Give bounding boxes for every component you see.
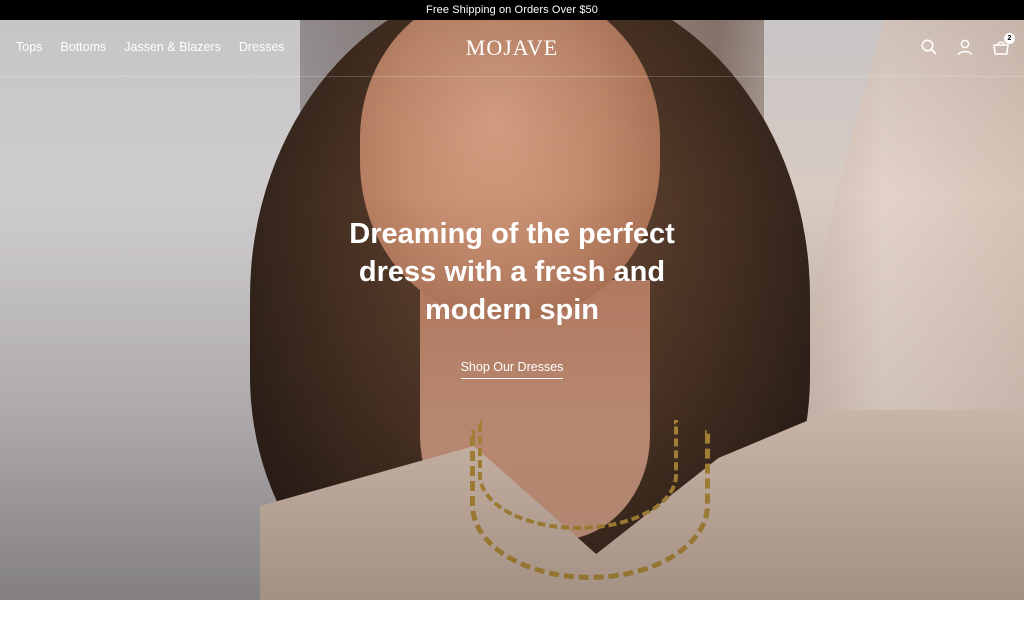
announcement-text: Free Shipping on Orders Over $50	[426, 4, 598, 16]
hero-headline-line: modern spin	[424, 294, 599, 326]
hero-headline-line: Dreaming of the perfect	[349, 218, 675, 250]
search-icon[interactable]	[920, 38, 938, 56]
hero-headline-line: dress with a fresh and	[358, 256, 666, 288]
header-icons: 2	[920, 33, 1015, 56]
hero-headline: Dreaming of the perfect dress with a fre…	[262, 215, 762, 329]
cart-count-badge: 2	[1004, 33, 1015, 44]
announcement-bar: Free Shipping on Orders Over $50	[0, 0, 1024, 20]
shop-dresses-link[interactable]: Shop Our Dresses	[460, 360, 564, 379]
site-header: Tops Bottoms Jassen & Blazers Dresses MO…	[0, 20, 1024, 77]
account-icon[interactable]	[956, 38, 974, 56]
cart-icon[interactable]: 2	[992, 33, 1015, 56]
site-logo[interactable]: MOJAVE	[0, 35, 1024, 61]
hero-cta-wrap: Shop Our Dresses	[0, 358, 1024, 379]
